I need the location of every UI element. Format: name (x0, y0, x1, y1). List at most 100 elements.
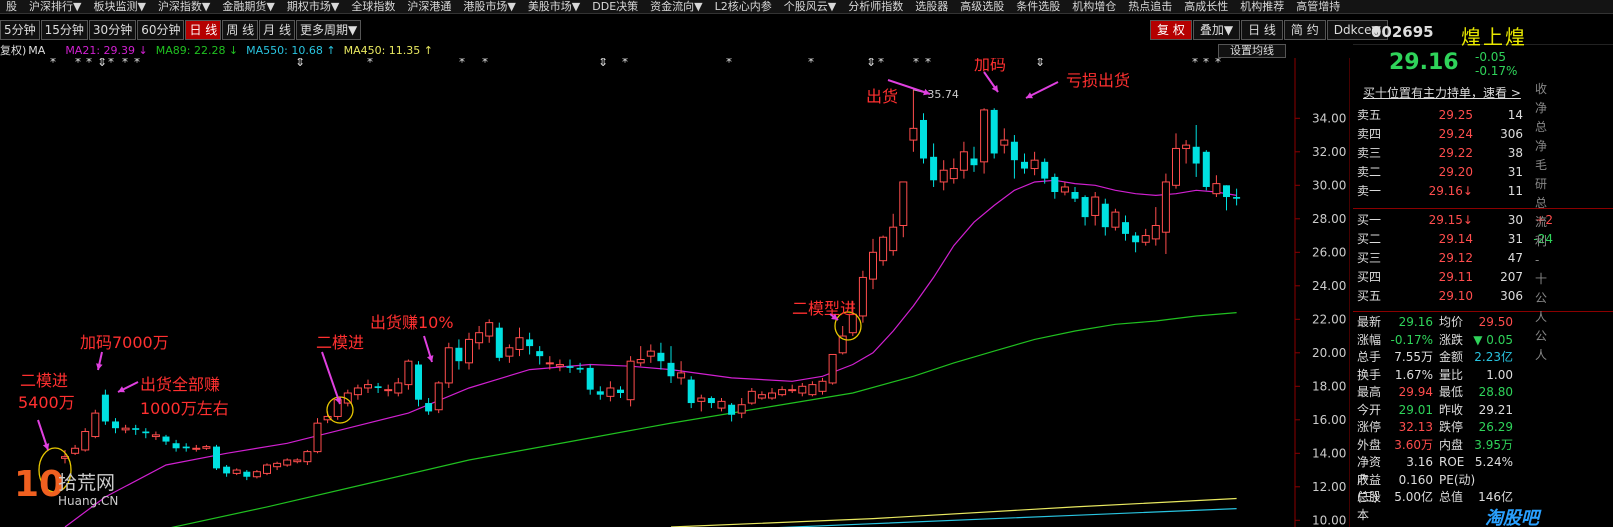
sell-row: 卖五 29.25 14 (1353, 106, 1613, 125)
stats-value: 29.01 (1398, 402, 1433, 417)
signal-star: * (878, 58, 884, 69)
sell-label: 卖三 (1357, 146, 1382, 160)
y-tick-label: 34.00 (1312, 111, 1346, 125)
stats-row: 涨停 32.13 跌停 26.29 (1353, 419, 1613, 437)
candle-body (980, 109, 989, 163)
watermark-url: Huang.CN (58, 494, 119, 508)
ma-line-ma450 (670, 497, 1237, 527)
period-tab-6[interactable]: 月 线 (259, 20, 295, 40)
y-tick-label: 26.00 (1312, 245, 1346, 259)
period-tab-0[interactable]: 5分钟 (0, 20, 40, 40)
stats-key: 金额 (1439, 350, 1464, 364)
menu-item-0[interactable]: 股 (0, 0, 23, 13)
buy-price: 29.12 (1438, 251, 1473, 265)
menu-item-10[interactable]: DDE决策 (586, 0, 644, 13)
kline-chart[interactable]: 34.00 32.00 30.00 28.00 26.00 24.00 22.00 20.00… (0, 58, 1350, 527)
menu-item-20[interactable]: 高成长性 (1178, 0, 1234, 13)
period-tab-4[interactable]: 日 线 (185, 20, 222, 40)
stats-value: 1.00 (1486, 367, 1513, 382)
menu-item-14[interactable]: 分析师指数 (842, 0, 909, 13)
stats-row: 总手 7.55万 金额 2.23亿 (1353, 349, 1613, 367)
candle-body (889, 226, 898, 252)
candle-body (1182, 144, 1191, 149)
candle-body (737, 404, 746, 414)
signal-star: * (86, 58, 92, 69)
stats-key: 最高 (1357, 385, 1382, 399)
toolbar-button-3[interactable]: 简 约 (1283, 20, 1326, 40)
side-label: 人 (1535, 310, 1548, 324)
y-tick-label: 14.00 (1312, 446, 1346, 460)
stats-row: 最高 29.94 最低 28.80 (1353, 384, 1613, 402)
menu-item-15[interactable]: 选股器 (909, 0, 954, 13)
menu-item-21[interactable]: 机构推荐 (1234, 0, 1290, 13)
buy-label: 买三 (1357, 251, 1382, 265)
legend-ma21: MA21: 29.39 ↓ (65, 44, 148, 57)
legend-ma450: MA450: 11.35 ↑ (343, 44, 433, 57)
stats-row: 最新 29.16 均价 29.50 (1353, 314, 1613, 332)
annotation-text: 5400万 (18, 393, 75, 412)
buy-price: 29.11 (1438, 270, 1473, 284)
period-tab-7[interactable]: 更多周期▼ (295, 20, 362, 40)
candle-body (617, 389, 624, 393)
menu-item-19[interactable]: 热点追击 (1122, 0, 1178, 13)
kline-chart-svg: 34.00 32.00 30.00 28.00 26.00 24.00 22.00 20.00… (18, 58, 1350, 527)
period-tab-2[interactable]: 30分钟 (88, 20, 137, 40)
candle-body (1233, 197, 1241, 199)
menu-item-4[interactable]: 金融期货▼ (216, 0, 280, 13)
y-tick-label: 18.00 (1312, 379, 1346, 393)
menu-item-9[interactable]: 美股市场▼ (522, 0, 586, 13)
buy-row: 买二 29.14 31 -24 (1353, 230, 1613, 249)
stock-app: { "menu":["股","沪深排行▼","板块监测▼","沪深指数▼","金… (0, 0, 1613, 527)
divider (1353, 208, 1613, 209)
sell-volume: 14 (1507, 108, 1523, 122)
candle-body (1192, 146, 1200, 164)
stats-key: 涨幅 (1357, 332, 1382, 347)
candle-body (555, 364, 564, 367)
period-tab-3[interactable]: 60分钟 (137, 20, 185, 40)
toolbar-button-2[interactable]: 日 线 (1241, 20, 1283, 40)
stats-key: PE(动) (1439, 472, 1476, 487)
menu-item-17[interactable]: 条件选股 (1010, 0, 1066, 13)
menu-item-22[interactable]: 高管增持 (1290, 0, 1346, 13)
menu-item-12[interactable]: L2核心内参 (709, 0, 778, 13)
candle-body (1161, 181, 1170, 233)
sell-row: 卖二 29.20 31 (1353, 163, 1613, 182)
menu-item-2[interactable]: 板块监测▼ (87, 0, 151, 13)
candle-body (959, 151, 968, 171)
candle-body (273, 462, 282, 468)
menu-item-3[interactable]: 沪深指数▼ (152, 0, 216, 13)
menu-item-5[interactable]: 期权市场▼ (281, 0, 345, 13)
menu-item-16[interactable]: 高级选股 (954, 0, 1010, 13)
menu-item-1[interactable]: 沪深排行▼ (23, 0, 87, 13)
menu-item-18[interactable]: 机构增仓 (1066, 0, 1122, 13)
candle-body (757, 394, 766, 399)
legend-prefix: 复权) (0, 44, 27, 57)
period-bar: 5分钟 15分钟 30分钟 60分钟日 线周 线月 线更多周期▼ (0, 20, 395, 40)
candle-body (869, 251, 877, 280)
menu-item-11[interactable]: 资金流向▼ (644, 0, 708, 13)
stats-key: 涨停 (1357, 420, 1382, 434)
stock-code: 002695 (1371, 23, 1434, 41)
menu-item-13[interactable]: 个股风云▼ (778, 0, 842, 13)
period-tab-1[interactable]: 15分钟 (40, 20, 88, 40)
candle-body (1122, 222, 1129, 234)
side-label: 净 (1535, 139, 1548, 153)
candle-body (1071, 192, 1079, 199)
toolbar-button-0[interactable]: 复 权 (1150, 20, 1192, 40)
y-tick-label: 12.00 (1312, 480, 1346, 494)
ma-setting-button[interactable]: 设置均线 (1218, 44, 1286, 58)
menu-item-6[interactable]: 全球指数 (345, 0, 401, 13)
sell-price: 29.20 (1438, 165, 1473, 179)
buy-price: 29.14 (1438, 232, 1473, 246)
stats-value: 1.67% (1394, 367, 1433, 382)
period-tab-5[interactable]: 周 线 (222, 20, 259, 40)
stats-row: 今开 29.01 昨收 29.21 (1353, 402, 1613, 420)
stats-key: 涨跌 (1439, 332, 1464, 347)
candle-body (768, 392, 776, 399)
main-order-link[interactable]: 买十位置有主力持单，速看 > (1363, 84, 1521, 101)
menu-item-8[interactable]: 港股市场▼ (457, 0, 521, 13)
watermark-site-name: 拾荒网 (58, 472, 116, 494)
toolbar-button-1[interactable]: 叠加▼ (1192, 20, 1241, 40)
menu-item-7[interactable]: 沪深港通 (401, 0, 457, 13)
candle-body (707, 398, 715, 404)
